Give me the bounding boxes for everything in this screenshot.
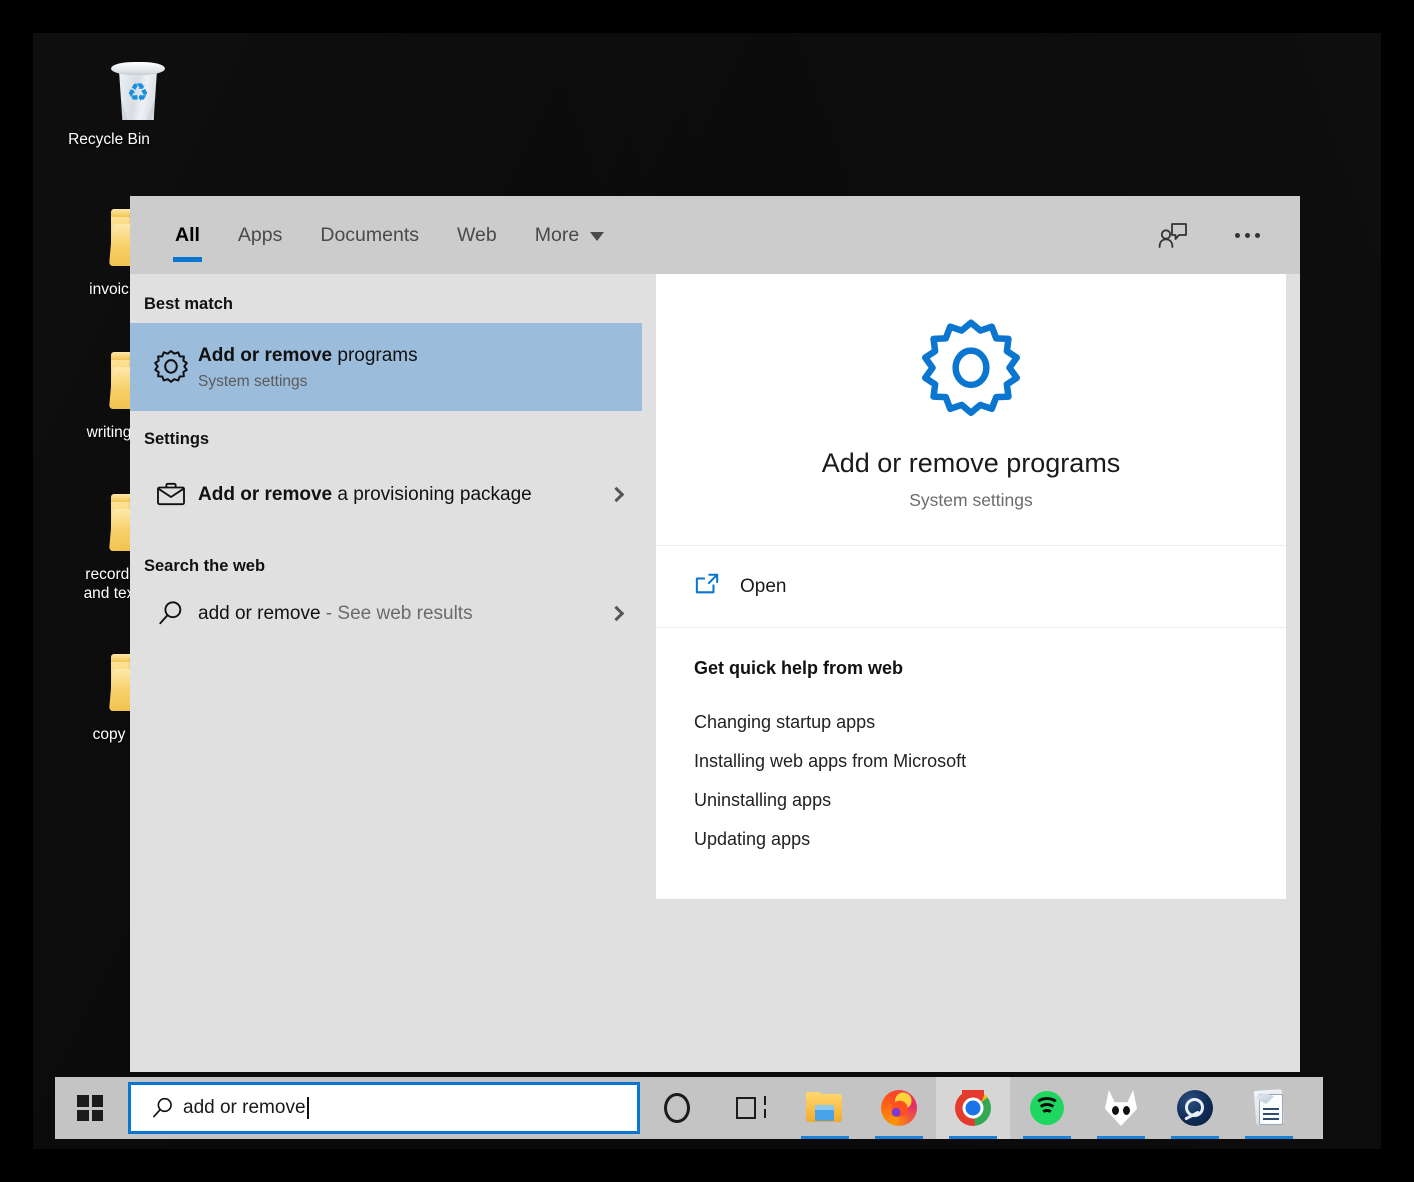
taskbar-search-input[interactable]: add or remove (128, 1082, 640, 1134)
result-web-add-or-remove[interactable]: add or remove - See web results (130, 585, 642, 641)
tab-documents[interactable]: Documents (301, 196, 438, 274)
feedback-person-icon (1158, 223, 1187, 248)
open-label: Open (740, 575, 787, 597)
result-title-match: Add or remove (198, 483, 333, 505)
chevron-down-icon (590, 231, 605, 241)
file-explorer-icon (806, 1089, 844, 1127)
result-settings-provisioning-package[interactable]: Add or remove a provisioning package (130, 458, 642, 530)
preview-pane-container: Add or remove programs System settings O… (642, 274, 1300, 1072)
taskbar-item-chrome[interactable] (936, 1077, 1010, 1139)
search-panel-header-actions (1150, 196, 1300, 274)
tab-label: Apps (237, 223, 283, 246)
foobar-icon (1102, 1089, 1140, 1127)
result-title-rest: programs (332, 345, 418, 366)
taskbar-item-foobar2000[interactable] (1084, 1077, 1158, 1139)
tab-more[interactable]: More (516, 196, 623, 274)
search-panel-header: All Apps Documents Web More (130, 196, 1300, 274)
gear-icon (921, 319, 1021, 416)
tab-web[interactable]: Web (438, 196, 516, 274)
gear-icon (144, 348, 198, 386)
result-title-rest: - See web results (320, 602, 473, 624)
preview-title: Add or remove programs (821, 448, 1121, 478)
help-link[interactable]: Installing web apps from Microsoft (694, 742, 1248, 781)
preview-subtitle: System settings (909, 490, 1033, 510)
taskbar-item-task-view[interactable] (714, 1077, 788, 1139)
windows-logo-icon (77, 1095, 103, 1121)
help-link[interactable]: Changing startup apps (694, 703, 1248, 742)
open-external-icon (694, 572, 740, 601)
tab-label: Documents (320, 223, 419, 246)
tab-apps[interactable]: Apps (219, 196, 301, 274)
more-options-button[interactable] (1224, 212, 1270, 258)
taskbar-item-file-explorer[interactable] (788, 1077, 862, 1139)
result-title-rest: a provisioning package (332, 483, 532, 505)
preview-pane: Add or remove programs System settings O… (656, 274, 1286, 899)
taskbar-app-buttons (640, 1077, 1306, 1139)
quick-help-block: Get quick help from web Changing startup… (656, 628, 1286, 899)
cortana-circle-icon (658, 1089, 696, 1127)
chevron-right-icon[interactable] (596, 605, 636, 621)
search-results-list: Best match Add or remove programs System… (130, 274, 642, 1072)
result-title: add or remove - See web results (198, 601, 596, 626)
result-title: Add or remove a provisioning package (198, 480, 596, 509)
search-filter-tabs: All Apps Documents Web More (130, 196, 623, 274)
text-cursor (306, 1097, 309, 1119)
result-text: Add or remove programs System settings (198, 343, 636, 391)
search-panel-body: Best match Add or remove programs System… (130, 274, 1300, 1072)
search-input-value: add or remove (183, 1097, 306, 1118)
result-title: Add or remove programs (198, 343, 636, 368)
steam-icon (1176, 1089, 1214, 1127)
taskbar-item-firefox[interactable] (862, 1077, 936, 1139)
tab-label: Web (457, 223, 497, 246)
start-button[interactable] (55, 1077, 125, 1139)
spotify-icon (1028, 1089, 1066, 1127)
briefcase-icon (144, 481, 198, 507)
help-link[interactable]: Updating apps (694, 820, 1248, 859)
taskbar-item-spotify[interactable] (1010, 1077, 1084, 1139)
taskbar-item-notepad[interactable] (1232, 1077, 1306, 1139)
notepad-icon (1250, 1089, 1288, 1127)
magnifier-icon (144, 599, 198, 627)
tab-label: More (534, 223, 580, 246)
search-results-panel: All Apps Documents Web More Best match A… (130, 196, 1300, 1072)
section-heading-search-the-web: Search the web (144, 557, 266, 575)
preview-hero: Add or remove programs System settings (656, 274, 1286, 546)
recycle-bin-icon: ♻ (55, 58, 165, 124)
ellipsis-icon (1234, 232, 1260, 238)
result-best-match-add-or-remove-programs[interactable]: Add or remove programs System settings (130, 323, 642, 411)
tab-all[interactable]: All (156, 196, 219, 274)
feedback-button[interactable] (1150, 212, 1196, 258)
open-action-row[interactable]: Open (656, 546, 1286, 628)
firefox-icon (880, 1089, 918, 1127)
result-text: Add or remove a provisioning package (198, 480, 596, 509)
result-title-match: add or remove (198, 602, 321, 624)
magnifier-icon (143, 1096, 183, 1120)
screen: ♻ Recycle Bin invoic writing recordi and… (0, 0, 1414, 1182)
taskbar-item-cortana[interactable] (640, 1077, 714, 1139)
tab-label: All (175, 223, 200, 246)
section-heading-best-match: Best match (144, 295, 233, 313)
result-text: add or remove - See web results (198, 601, 596, 626)
chrome-icon (954, 1089, 992, 1127)
help-link[interactable]: Uninstalling apps (694, 781, 1248, 820)
task-view-icon (732, 1089, 770, 1127)
quick-help-title: Get quick help from web (694, 658, 904, 678)
section-heading-settings: Settings (144, 430, 210, 448)
taskbar-item-steam[interactable] (1158, 1077, 1232, 1139)
result-subtitle: System settings (198, 373, 308, 390)
desktop-icon-recycle-bin[interactable]: ♻ Recycle Bin (55, 58, 165, 149)
chevron-right-icon[interactable] (596, 486, 636, 502)
result-title-match: Add or remove (198, 345, 333, 366)
taskbar: add or remove (55, 1077, 1323, 1139)
desktop-icon-label: Recycle Bin (68, 131, 150, 148)
